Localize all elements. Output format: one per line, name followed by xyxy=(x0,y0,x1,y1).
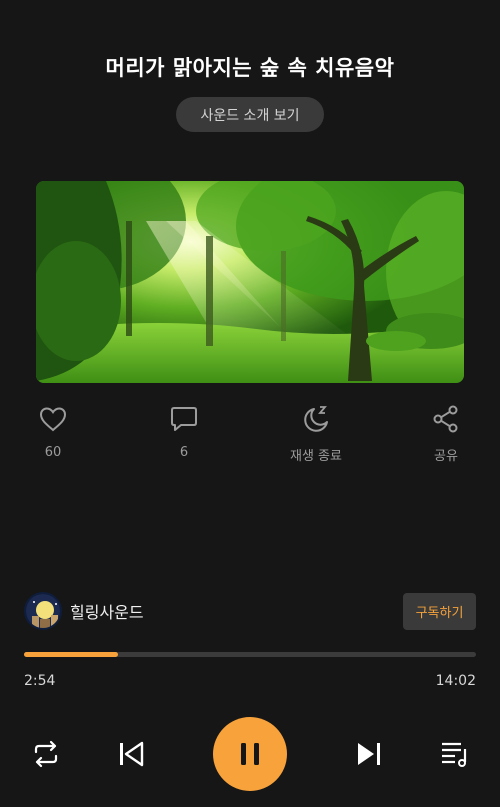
sleep-timer-button[interactable]: 재생 종료 xyxy=(276,404,356,464)
share-button[interactable]: 공유 xyxy=(406,404,486,464)
repeat-icon xyxy=(34,740,58,768)
page-title: 머리가 맑아지는 숲 속 치유음악 xyxy=(105,56,395,80)
playback-progress-bar[interactable] xyxy=(24,652,476,657)
previous-icon xyxy=(120,741,144,767)
pause-button[interactable] xyxy=(213,717,287,791)
heart-icon xyxy=(39,407,67,432)
playlist-icon xyxy=(442,742,467,767)
sleep-timer-icon xyxy=(304,406,328,432)
pause-icon xyxy=(241,743,259,765)
comment-count: 6 xyxy=(179,445,189,460)
channel-avatar[interactable] xyxy=(24,592,62,630)
playlist-button[interactable] xyxy=(434,734,474,774)
previous-button[interactable] xyxy=(111,734,151,774)
channel-info[interactable]: 힐링사운드 xyxy=(24,592,144,630)
playback-controls xyxy=(0,714,500,794)
next-icon xyxy=(358,743,380,765)
share-icon xyxy=(433,405,458,433)
share-label: 공유 xyxy=(434,449,458,464)
sound-intro-button[interactable]: 사운드 소개 보기 xyxy=(176,97,324,132)
next-button[interactable] xyxy=(349,734,389,774)
album-artwork xyxy=(36,181,464,383)
like-count: 60 xyxy=(44,445,62,460)
subscribe-button[interactable]: 구독하기 xyxy=(403,593,476,630)
comment-icon xyxy=(171,407,197,431)
elapsed-time: 2:54 xyxy=(24,673,56,689)
action-bar: 60 6 재생 종료 공유 xyxy=(0,404,500,468)
total-duration: 14:02 xyxy=(435,673,476,689)
repeat-button[interactable] xyxy=(26,734,66,774)
playback-progress-fill xyxy=(24,652,118,657)
like-button[interactable]: 60 xyxy=(13,404,93,460)
comment-button[interactable]: 6 xyxy=(144,404,224,460)
sleep-timer-label: 재생 종료 xyxy=(290,449,342,464)
channel-name[interactable]: 힐링사운드 xyxy=(70,599,144,623)
